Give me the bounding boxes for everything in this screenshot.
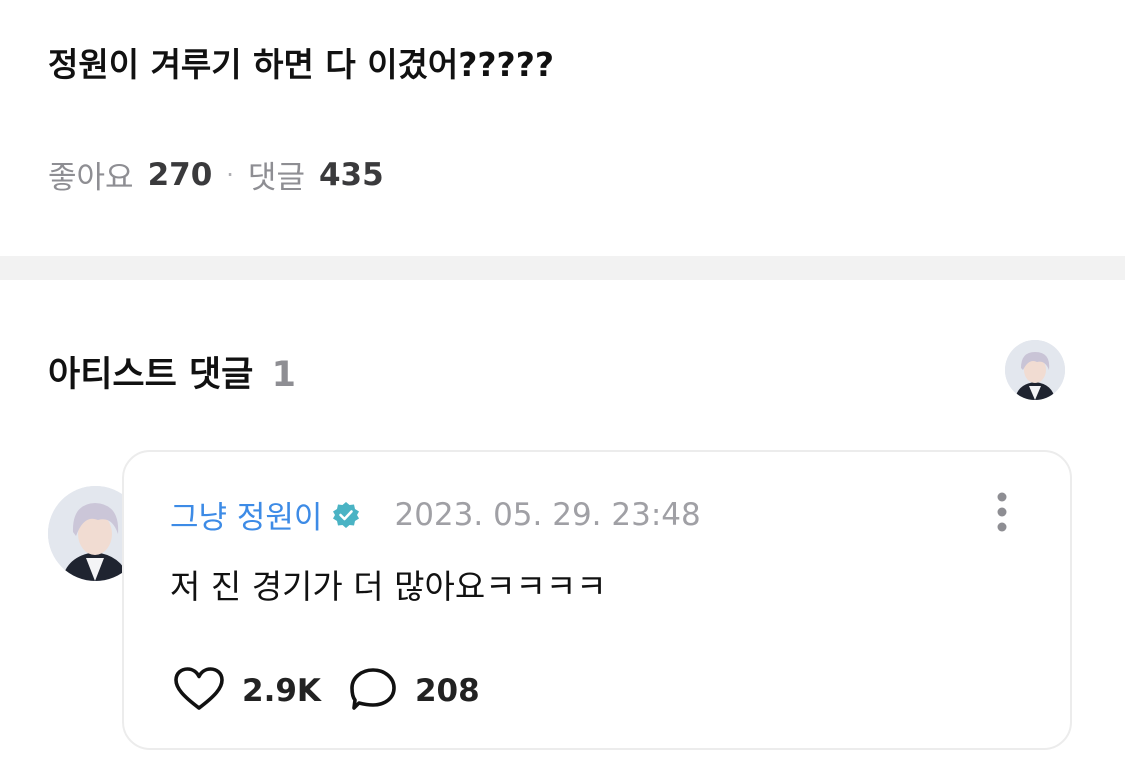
likes-count: 270 (147, 156, 213, 193)
artist-comment-card: 그냥 정원이 2023. 05. 29. 23:48 저 진 경기가 더 많아요… (122, 450, 1072, 750)
section-divider (0, 256, 1125, 280)
comments-count: 435 (318, 156, 384, 193)
stats-separator: · (226, 160, 234, 189)
artist-comments-title: 아티스트 댓글 (48, 355, 254, 395)
post-stats: 좋아요 270 · 댓글 435 (48, 152, 384, 197)
verified-badge-icon (332, 501, 360, 529)
post-title: 정원이 겨루기 하면 다 이겼어????? (48, 45, 554, 84)
reply-count: 208 (414, 673, 480, 709)
comment-author-name[interactable]: 그냥 정원이 (170, 492, 322, 537)
artist-comments-heading: 아티스트 댓글 1 (48, 346, 296, 397)
comment-actions: 2.9K 208 (174, 667, 480, 715)
comment-body: 저 진 경기가 더 많아요ㅋㅋㅋㅋ (170, 567, 607, 606)
artist-avatar-small[interactable] (1005, 340, 1065, 400)
heart-icon[interactable] (174, 667, 224, 715)
comments-label: 댓글 (247, 160, 305, 196)
artist-comments-count: 1 (271, 355, 296, 395)
likes-label: 좋아요 (48, 160, 134, 196)
like-count: 2.9K (242, 673, 321, 709)
post-summary: 정원이 겨루기 하면 다 이겼어????? 좋아요 270 · 댓글 435 (0, 0, 1125, 256)
more-vertical-icon[interactable] (996, 492, 1008, 532)
speech-bubble-icon[interactable] (349, 667, 397, 715)
comment-header: 그냥 정원이 2023. 05. 29. 23:48 (170, 492, 701, 537)
comment-timestamp: 2023. 05. 29. 23:48 (394, 496, 701, 533)
